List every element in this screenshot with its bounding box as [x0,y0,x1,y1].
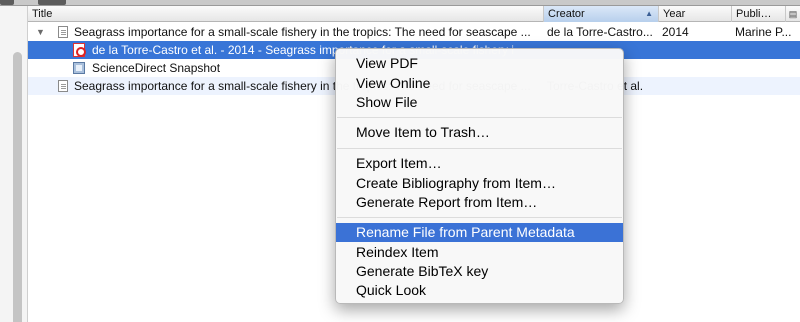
menu-item-reindex-item[interactable]: Reindex Item [336,243,623,262]
column-header-creator[interactable]: Creator ▲ [544,6,659,22]
menu-item-rename-file[interactable]: Rename File from Parent Metadata [336,223,623,242]
document-icon [58,26,68,38]
column-header-creator-label: Creator [548,8,585,20]
vertical-scrollbar[interactable] [0,6,28,322]
menu-item-view-pdf[interactable]: View PDF [336,54,623,73]
pdf-attachment-icon [73,43,86,57]
scrollbar-thumb[interactable] [13,52,22,322]
web-snapshot-icon [73,62,85,74]
row-title: Seagrass importance for a small-scale fi… [74,25,531,39]
column-header-publication[interactable]: Publi… [732,6,786,22]
menu-item-export-item[interactable]: Export Item… [336,154,623,173]
menu-item-generate-report[interactable]: Generate Report from Item… [336,193,623,212]
menu-item-show-file[interactable]: Show File [336,93,623,112]
menu-separator [337,117,622,118]
column-header-year[interactable]: Year [659,6,732,22]
table-row[interactable]: ▼ Seagrass importance for a small-scale … [28,23,800,41]
document-icon [58,80,68,92]
menu-item-quick-look[interactable]: Quick Look [336,281,623,300]
menu-item-create-bibliography[interactable]: Create Bibliography from Item… [336,174,623,193]
menu-separator [337,148,622,149]
sort-ascending-icon: ▲ [645,9,653,18]
column-header-title[interactable]: Title [28,6,544,22]
context-menu: View PDF View Online Show File Move Item… [335,48,624,304]
menu-item-move-to-trash[interactable]: Move Item to Trash… [336,123,623,142]
menu-item-view-online[interactable]: View Online [336,74,623,93]
column-header-bar: Title Creator ▲ Year Publi… ▤ [28,6,800,22]
menu-separator [337,217,622,218]
disclosure-triangle-icon[interactable]: ▼ [36,23,45,41]
row-creator: de la Torre-Castro... [547,25,653,39]
row-publication: Marine P... [735,25,792,39]
row-year: 2014 [662,25,689,39]
column-picker-icon[interactable]: ▤ [786,6,800,22]
menu-item-generate-bibtex-key[interactable]: Generate BibTeX key [336,262,623,281]
